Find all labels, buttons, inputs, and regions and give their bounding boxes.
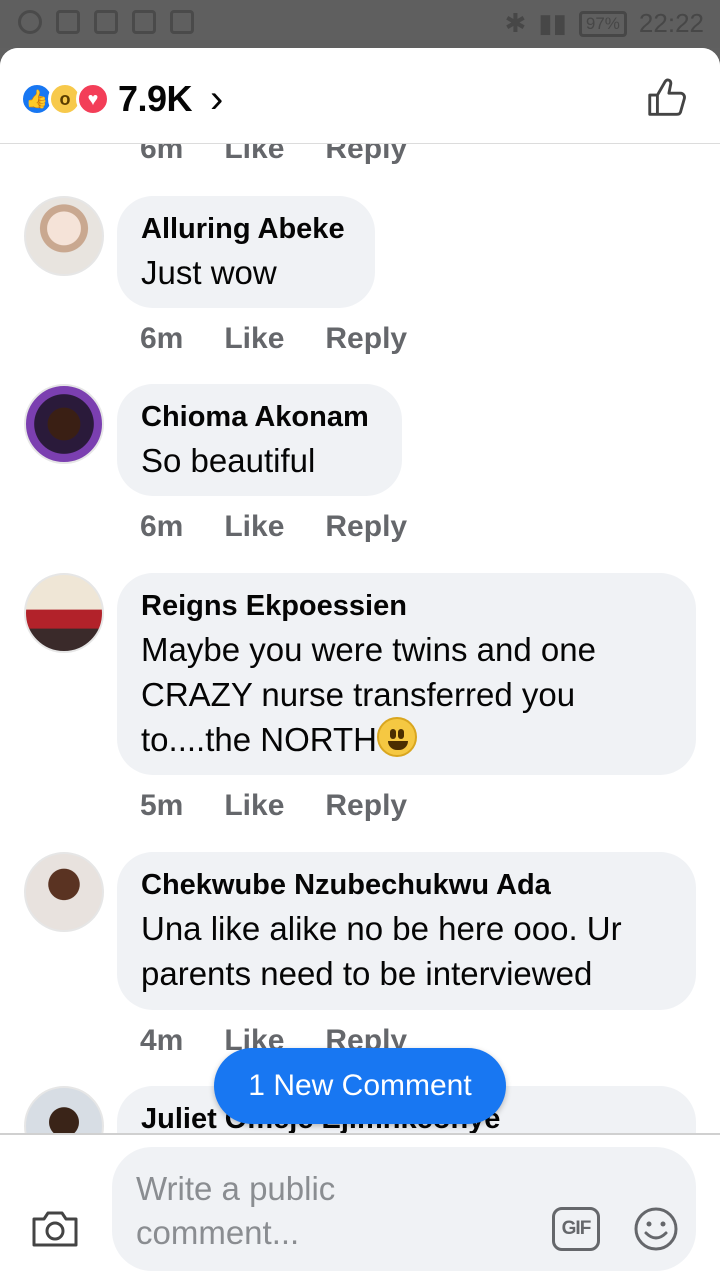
commenter-name[interactable]: Chioma Akonam [141,400,378,434]
comment-actions: 6m Like Reply [140,144,407,166]
comment-text-line: CRAZY nurse transferred you [141,676,576,713]
comment-text: Maybe you were twins and one CRAZY nurse… [141,627,672,762]
person-notification-icon [94,10,118,34]
gif-icon[interactable]: GIF [552,1207,600,1251]
comments-list: 6m Like Reply Alluring Abeke Just wow 6m… [0,144,720,1181]
reply-link[interactable]: Reply [325,510,407,544]
comment-text-line: Una like alike no be here ooo. Ur [141,910,622,947]
comment-text: Una like alike no be here ooo. Ur parent… [141,906,672,996]
comment-composer: Write a public comment... GIF [0,1133,720,1280]
thumbs-up-icon[interactable] [644,74,690,120]
comment-actions: 6m Like Reply [140,322,407,356]
avatar[interactable] [24,852,104,932]
comment-time: 4m [140,1024,184,1057]
comment-time: 6m [140,510,184,543]
reply-link[interactable]: Reply [325,144,407,166]
grinning-emoji-icon [376,717,417,757]
comment-bubble: Chioma Akonam So beautiful [117,384,402,496]
avatar[interactable] [24,384,104,464]
chevron-right-icon: › [210,77,224,121]
bluetooth-icon: ✱ [504,8,527,38]
comment-placeholder: Write a public comment... [136,1167,436,1255]
battery-indicator: 97% [578,10,627,37]
like-link[interactable]: Like [224,144,284,166]
clock: 22:22 [638,8,704,38]
clipboard-notification-icon [170,10,194,34]
comment-text-line: parents need to be interviewed [141,955,593,992]
commenter-name[interactable]: Reigns Ekpoessien [141,589,672,623]
placeholder-line: Write a public [136,1170,336,1207]
comment-actions: 6m Like Reply [140,510,407,544]
news-notification-icon [56,10,80,34]
comment-time: 6m [140,144,184,165]
status-bar: ✱ ▮▮ 97% 22:22 [0,0,720,48]
avatar[interactable] [24,573,104,653]
comment-time: 6m [140,322,184,355]
reply-link[interactable]: Reply [325,789,407,823]
comment-text: So beautiful [141,442,316,479]
comment-text-line: to....the NORTH [141,721,377,758]
image-notification-icon [132,10,156,34]
messenger-notification-icon [18,10,42,34]
commenter-name[interactable]: Chekwube Nzubechukwu Ada [141,868,672,902]
commenter-name[interactable]: Alluring Abeke [141,212,351,246]
comment-time: 5m [140,789,184,822]
reply-link[interactable]: Reply [325,322,407,356]
like-link[interactable]: Like [224,322,284,356]
emoji-icon[interactable] [632,1205,680,1253]
comment-bubble: Alluring Abeke Just wow [117,196,375,308]
comment-actions: 5m Like Reply [140,789,407,823]
signal-icon: ▮▮ [538,8,567,38]
placeholder-line: comment... [136,1214,300,1251]
comment-bubble: Chekwube Nzubechukwu Ada Una like alike … [117,852,696,1010]
new-comment-button[interactable]: 1 New Comment [214,1048,506,1124]
reactions-header: 👍 o ♥ 7.9K › [0,48,720,144]
camera-icon[interactable] [30,1207,80,1249]
like-link[interactable]: Like [224,789,284,823]
love-reaction-icon: ♥ [76,82,110,116]
like-link[interactable]: Like [224,510,284,544]
comment-bubble: Reigns Ekpoessien Maybe you were twins a… [117,573,696,775]
comment-text-line: Maybe you were twins and one [141,631,596,668]
avatar[interactable] [24,196,104,276]
comments-sheet: 👍 o ♥ 7.9K › 6m Like Reply Alluring Abek… [0,48,720,1280]
reactions-summary[interactable]: 👍 o ♥ 7.9K › [20,78,223,120]
comment-input[interactable]: Write a public comment... GIF [112,1147,696,1271]
comment-text: Just wow [141,254,277,291]
reaction-count: 7.9K [118,78,193,119]
